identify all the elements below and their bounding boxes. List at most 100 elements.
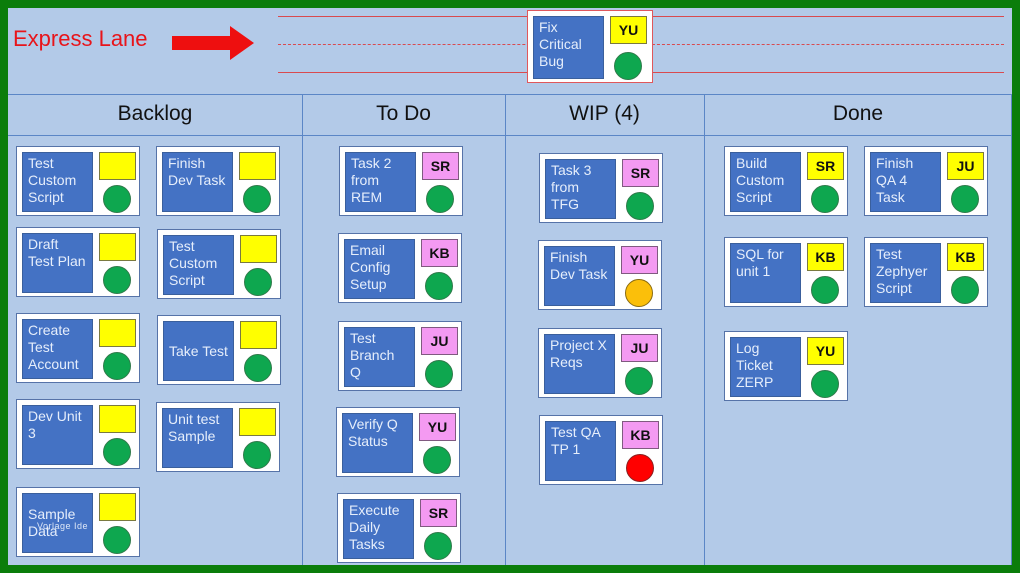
card-title: Log Ticket ZERP bbox=[730, 337, 801, 397]
column-divider bbox=[505, 94, 506, 565]
status-indicator-green bbox=[425, 360, 453, 388]
owner-badge: YU bbox=[807, 337, 844, 365]
status-indicator-green bbox=[244, 354, 272, 382]
status-indicator-green bbox=[811, 276, 839, 304]
card-title: Task 2 from REM bbox=[345, 152, 416, 212]
owner-badge bbox=[99, 152, 136, 180]
owner-badge bbox=[99, 493, 136, 521]
task-card[interactable]: Finish Dev Task bbox=[156, 146, 280, 216]
card-title: Test Custom Script bbox=[163, 235, 234, 295]
status-indicator-green bbox=[425, 272, 453, 300]
task-card[interactable]: Unit test Sample bbox=[156, 402, 280, 472]
card-title: Test Branch Q bbox=[344, 327, 415, 387]
task-card[interactable]: Sample Data Vorlage Ide bbox=[16, 487, 140, 557]
owner-badge: JU bbox=[621, 334, 658, 362]
status-indicator-green bbox=[103, 352, 131, 380]
task-card[interactable]: Finish QA 4 Task JU bbox=[864, 146, 988, 216]
owner-badge: YU bbox=[610, 16, 647, 44]
card-title: Test Zephyer Script bbox=[870, 243, 941, 303]
kanban-board: Express Lane Fix Critical Bug YU Backlog… bbox=[8, 8, 1012, 565]
owner-badge: SR bbox=[420, 499, 457, 527]
status-indicator-red bbox=[626, 454, 654, 482]
column-title-done: Done bbox=[832, 102, 884, 125]
task-card[interactable]: Verify Q Status YU bbox=[336, 407, 460, 477]
owner-badge bbox=[239, 408, 276, 436]
task-card[interactable]: Draft Test Plan bbox=[16, 227, 140, 297]
owner-badge: KB bbox=[807, 243, 844, 271]
card-title: Unit test Sample bbox=[162, 408, 233, 468]
owner-badge: JU bbox=[947, 152, 984, 180]
owner-badge: JU bbox=[421, 327, 458, 355]
task-card[interactable]: Build Custom Script SR bbox=[724, 146, 848, 216]
express-card[interactable]: Fix Critical Bug YU bbox=[527, 10, 653, 83]
task-card[interactable]: Test Custom Script bbox=[16, 146, 140, 216]
owner-badge: SR bbox=[422, 152, 459, 180]
card-title: Test Custom Script bbox=[22, 152, 93, 212]
card-title: Dev Unit 3 bbox=[22, 405, 93, 465]
column-divider bbox=[704, 94, 705, 565]
status-indicator-amber bbox=[625, 279, 653, 307]
status-indicator-green bbox=[243, 441, 271, 469]
column-title-todo: To Do bbox=[376, 102, 431, 125]
card-title: Finish Dev Task bbox=[544, 246, 615, 306]
owner-badge: YU bbox=[419, 413, 456, 441]
task-card[interactable]: Create Test Account bbox=[16, 313, 140, 383]
card-title: Take Test bbox=[163, 321, 234, 381]
card-title: Project X Reqs bbox=[544, 334, 615, 394]
owner-badge bbox=[99, 319, 136, 347]
task-card[interactable]: Task 3 from TFG SR bbox=[539, 153, 663, 223]
card-title: Fix Critical Bug bbox=[533, 16, 604, 79]
owner-badge bbox=[240, 235, 277, 263]
card-title: Build Custom Script bbox=[730, 152, 801, 212]
task-card[interactable]: Test QA TP 1 KB bbox=[539, 415, 663, 485]
task-card[interactable]: Test Branch Q JU bbox=[338, 321, 462, 391]
arrow-right-icon bbox=[172, 26, 254, 60]
column-title-backlog: Backlog bbox=[117, 102, 193, 125]
status-indicator-green bbox=[103, 266, 131, 294]
task-card[interactable]: Finish Dev Task YU bbox=[538, 240, 662, 310]
owner-badge bbox=[99, 233, 136, 261]
status-indicator-green bbox=[626, 192, 654, 220]
status-indicator-green bbox=[811, 370, 839, 398]
card-title: Finish Dev Task bbox=[162, 152, 233, 212]
owner-badge: KB bbox=[421, 239, 458, 267]
column-divider bbox=[1011, 94, 1012, 565]
card-title: Email Config Setup bbox=[344, 239, 415, 299]
express-lane-label: Express Lane bbox=[13, 26, 148, 51]
card-title: Test QA TP 1 bbox=[545, 421, 616, 481]
status-indicator-green bbox=[625, 367, 653, 395]
task-card[interactable]: SQL for unit 1 KB bbox=[724, 237, 848, 307]
card-title: Draft Test Plan bbox=[22, 233, 93, 293]
column-divider bbox=[302, 94, 303, 565]
owner-badge bbox=[239, 152, 276, 180]
task-card[interactable]: Task 2 from REM SR bbox=[339, 146, 463, 216]
status-indicator-green bbox=[244, 268, 272, 296]
owner-badge: YU bbox=[621, 246, 658, 274]
task-card[interactable]: Project X Reqs JU bbox=[538, 328, 662, 398]
status-indicator-green bbox=[103, 185, 131, 213]
owner-badge bbox=[99, 405, 136, 433]
task-card[interactable]: Test Custom Script bbox=[157, 229, 281, 299]
status-indicator-green bbox=[951, 276, 979, 304]
watermark-text: Vorlage Ide bbox=[37, 521, 89, 531]
task-card[interactable]: Take Test bbox=[157, 315, 281, 385]
task-card[interactable]: Email Config Setup KB bbox=[338, 233, 462, 303]
card-title: Task 3 from TFG bbox=[545, 159, 616, 219]
card-title: Verify Q Status bbox=[342, 413, 413, 473]
status-indicator-green bbox=[423, 446, 451, 474]
status-indicator-green bbox=[811, 185, 839, 213]
card-title: Create Test Account bbox=[22, 319, 93, 379]
task-card[interactable]: Log Ticket ZERP YU bbox=[724, 331, 848, 401]
owner-badge: KB bbox=[622, 421, 659, 449]
card-title: SQL for unit 1 bbox=[730, 243, 801, 303]
status-indicator-green bbox=[243, 185, 271, 213]
task-card[interactable]: Test Zephyer Script KB bbox=[864, 237, 988, 307]
status-indicator-green bbox=[424, 532, 452, 560]
card-title: Finish QA 4 Task bbox=[870, 152, 941, 212]
task-card[interactable]: Execute Daily Tasks SR bbox=[337, 493, 461, 563]
owner-badge: SR bbox=[622, 159, 659, 187]
status-indicator-green bbox=[951, 185, 979, 213]
task-card[interactable]: Dev Unit 3 bbox=[16, 399, 140, 469]
status-indicator-green bbox=[103, 526, 131, 554]
owner-badge: SR bbox=[807, 152, 844, 180]
